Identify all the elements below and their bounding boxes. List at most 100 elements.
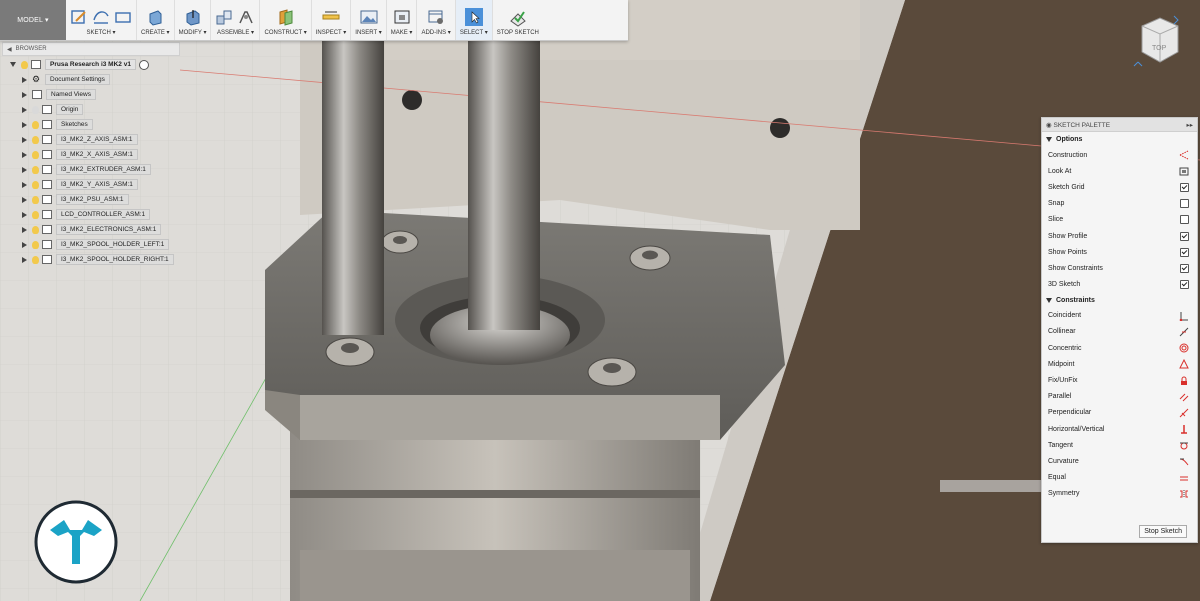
expand-triangle-icon[interactable] <box>22 196 27 203</box>
constraint-equal[interactable]: Equal <box>1042 470 1197 486</box>
expand-triangle-icon[interactable] <box>22 151 27 158</box>
constraint-coincident[interactable]: Coincident <box>1042 308 1197 324</box>
visibility-bulb-icon[interactable] <box>32 225 39 234</box>
expand-triangle-icon[interactable] <box>22 241 27 248</box>
expand-triangle-icon[interactable] <box>22 166 27 173</box>
expand-triangle-icon[interactable] <box>22 181 27 188</box>
workspace-switcher[interactable]: MODEL ▾ <box>0 0 66 40</box>
visibility-bulb-icon[interactable] <box>32 195 39 204</box>
slice-checkbox[interactable] <box>1180 215 1189 225</box>
option-sketch-grid[interactable]: Sketch Grid <box>1042 179 1197 195</box>
collapse-arrow-icon[interactable]: ◀ <box>7 46 12 53</box>
tree-item-component[interactable]: I3_MK2_SPOOL_HOLDER_LEFT:1 <box>22 238 180 251</box>
midpoint-icon <box>1179 359 1189 369</box>
visibility-bulb-icon[interactable] <box>32 165 39 174</box>
tree-item-sketches[interactable]: Sketches <box>22 118 180 131</box>
construct-group[interactable]: CONSTRUCT ▾ <box>260 0 312 40</box>
expand-triangle-icon[interactable] <box>22 121 27 128</box>
option-show-constraints[interactable]: Show Constraints <box>1042 260 1197 276</box>
select-group[interactable]: SELECT ▾ <box>455 0 493 40</box>
constraints-section-header[interactable]: Constraints <box>1042 293 1197 308</box>
sketch-group[interactable]: SKETCH ▾ <box>66 0 137 40</box>
visibility-bulb-icon[interactable] <box>32 180 39 189</box>
option-construction[interactable]: Construction <box>1042 147 1197 163</box>
constraint-tangent[interactable]: Tangent <box>1042 437 1197 453</box>
visibility-bulb-icon[interactable] <box>32 105 39 114</box>
stop-sketch-button[interactable]: Stop Sketch <box>1139 525 1187 538</box>
make-group[interactable]: MAKE ▾ <box>387 0 418 40</box>
constraint-parallel[interactable]: Parallel <box>1042 389 1197 405</box>
expand-palette-icon[interactable]: ▸▸ <box>1186 121 1193 129</box>
tree-item-component[interactable]: LCD_CONTROLLER_ASM:1 <box>22 208 180 221</box>
visibility-bulb-icon[interactable] <box>32 240 39 249</box>
show-profile-checkbox[interactable] <box>1180 231 1189 241</box>
toolbar: MODEL ▾ SKETCH ▾ CREATE ▾ MODIFY ▾ ASSEM… <box>0 0 628 41</box>
snap-checkbox[interactable] <box>1180 199 1189 209</box>
expand-triangle-icon[interactable] <box>22 136 27 143</box>
visibility-bulb-icon[interactable] <box>32 135 39 144</box>
visibility-bulb-icon[interactable] <box>32 255 39 264</box>
constraint-symmetry[interactable]: Symmetry <box>1042 486 1197 502</box>
insert-image-icon <box>360 10 378 24</box>
expand-triangle-icon[interactable] <box>22 211 27 218</box>
expand-triangle-icon[interactable] <box>22 226 27 233</box>
constraint-concentric[interactable]: Concentric <box>1042 340 1197 356</box>
create-group[interactable]: CREATE ▾ <box>137 0 175 40</box>
tree-item-component[interactable]: I3_MK2_X_AXIS_ASM:1 <box>22 148 180 161</box>
option-look-at[interactable]: Look At <box>1042 163 1197 179</box>
tree-item-component[interactable]: I3_MK2_EXTRUDER_ASM:1 <box>22 163 180 176</box>
show-points-checkbox[interactable] <box>1180 247 1189 257</box>
visibility-bulb-icon[interactable] <box>32 210 39 219</box>
constraint-horizontal-vertical[interactable]: Horizontal/Vertical <box>1042 421 1197 437</box>
tree-item-document-settings[interactable]: ⚙ Document Settings <box>22 73 180 86</box>
constraint-perpendicular[interactable]: Perpendicular <box>1042 405 1197 421</box>
options-section-header[interactable]: Options <box>1042 132 1197 147</box>
stop-sketch-group[interactable]: STOP SKETCH <box>493 0 543 40</box>
sketch-grid-checkbox[interactable] <box>1180 182 1189 192</box>
visibility-bulb-icon[interactable] <box>32 150 39 159</box>
option-slice[interactable]: Slice <box>1042 212 1197 228</box>
constraint-collinear[interactable]: Collinear <box>1042 324 1197 340</box>
viewcube[interactable]: TOP <box>1130 12 1184 70</box>
expand-triangle-icon[interactable] <box>22 91 27 98</box>
constraint-label: Coincident <box>1048 312 1082 320</box>
inspect-group[interactable]: INSPECT ▾ <box>312 0 352 40</box>
visibility-bulb-icon[interactable] <box>21 60 28 69</box>
palette-header[interactable]: ◉ SKETCH PALETTE ▸▸ <box>1042 118 1197 132</box>
tree-item-component[interactable]: I3_MK2_PSU_ASM:1 <box>22 193 180 206</box>
browser-root[interactable]: Prusa Research i3 MK2 v1 <box>2 58 180 71</box>
expand-triangle-icon[interactable] <box>10 62 16 67</box>
3d-sketch-checkbox[interactable] <box>1180 280 1189 290</box>
option-show-profile[interactable]: Show Profile <box>1042 228 1197 244</box>
component-icon <box>42 195 52 204</box>
tree-item-component[interactable]: I3_MK2_Y_AXIS_ASM:1 <box>22 178 180 191</box>
constraint-midpoint[interactable]: Midpoint <box>1042 356 1197 372</box>
browser-header[interactable]: ◀ BROWSER <box>2 42 180 56</box>
tree-item-component[interactable]: I3_MK2_Z_AXIS_ASM:1 <box>22 133 180 146</box>
option-snap[interactable]: Snap <box>1042 196 1197 212</box>
expand-triangle-icon[interactable] <box>22 76 27 83</box>
tree-item-named-views[interactable]: Named Views <box>22 88 180 101</box>
show-constraints-checkbox[interactable] <box>1180 263 1189 273</box>
canvas-viewport[interactable] <box>0 0 1200 601</box>
tree-item-label: I3_MK2_EXTRUDER_ASM:1 <box>56 164 151 175</box>
tree-item-label: LCD_CONTROLLER_ASM:1 <box>56 209 151 220</box>
modify-group[interactable]: MODIFY ▾ <box>175 0 212 40</box>
expand-triangle-icon[interactable] <box>22 256 27 263</box>
select-label: SELECT ▾ <box>459 30 488 36</box>
visibility-bulb-icon[interactable] <box>32 120 39 129</box>
tree-item-component[interactable]: I3_MK2_SPOOL_HOLDER_RIGHT:1 <box>22 253 180 266</box>
constraint-curvature[interactable]: Curvature <box>1042 453 1197 469</box>
option-3d-sketch[interactable]: 3D Sketch <box>1042 277 1197 293</box>
expand-triangle-icon[interactable] <box>22 106 27 113</box>
activate-radio-icon[interactable] <box>138 59 149 70</box>
tree-item-component[interactable]: I3_MK2_ELECTRONICS_ASM:1 <box>22 223 180 236</box>
add-ins-group[interactable]: ADD-INS ▾ <box>417 0 456 40</box>
constraint-fix-unfix[interactable]: Fix/UnFix <box>1042 372 1197 388</box>
assemble-group[interactable]: ASSEMBLE ▾ <box>211 0 261 40</box>
tree-item-label: I3_MK2_ELECTRONICS_ASM:1 <box>56 224 162 235</box>
option-show-points[interactable]: Show Points <box>1042 244 1197 260</box>
tree-item-origin[interactable]: Origin <box>22 103 180 116</box>
insert-group[interactable]: INSERT ▾ <box>351 0 387 40</box>
rotate-arrow-icon[interactable] <box>1173 15 1179 25</box>
